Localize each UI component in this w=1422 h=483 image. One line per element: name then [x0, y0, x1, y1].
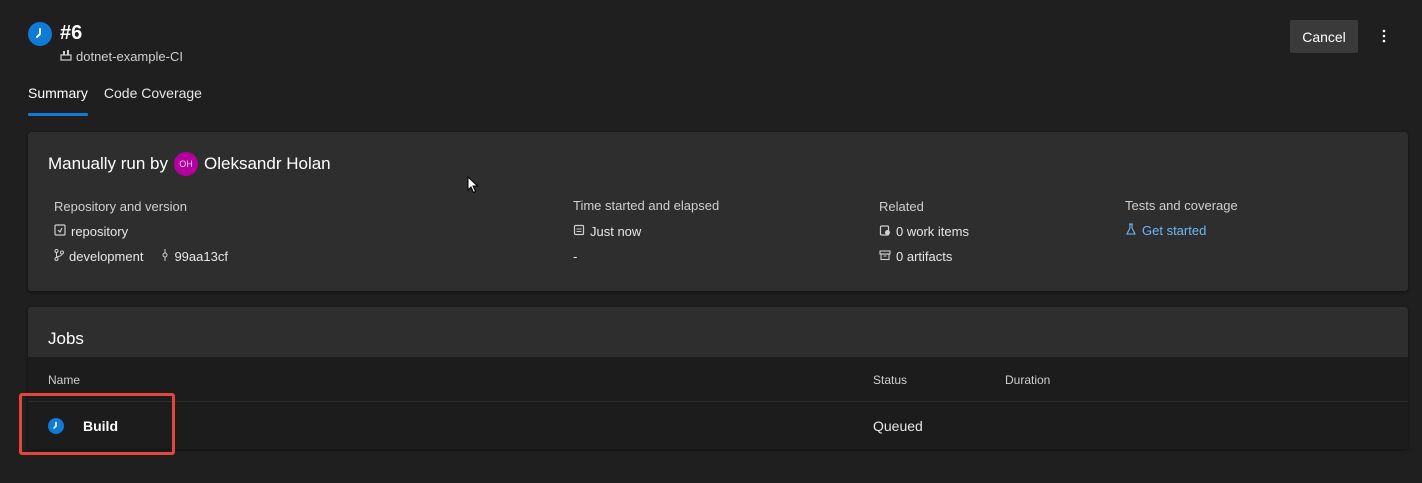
repository-label: Repository and version — [54, 199, 187, 214]
branch-name[interactable]: development — [69, 249, 143, 264]
summary-card: Manually run by OH Oleksandr Holan Repos… — [28, 132, 1408, 291]
time-started-row: Just now — [573, 222, 641, 240]
repository-name: repository — [71, 223, 129, 239]
commit-icon — [161, 248, 169, 264]
trigger-text: Manually run by — [48, 154, 169, 173]
tab-code-coverage[interactable]: Code Coverage — [104, 84, 202, 116]
beaker-icon — [1125, 222, 1137, 238]
job-name: Build — [83, 418, 118, 434]
work-items-link[interactable]: 0 work items — [879, 222, 969, 240]
column-header-status: Status — [873, 373, 908, 387]
branch-icon — [54, 248, 64, 264]
more-vertical-icon[interactable] — [1374, 26, 1394, 46]
branch-commit-row: development 99aa13cf — [54, 247, 228, 265]
jobs-title: Jobs — [48, 329, 84, 348]
column-header-duration: Duration — [1005, 373, 1051, 387]
time-label: Time started and elapsed — [573, 198, 720, 213]
time-started: Just now — [590, 223, 642, 239]
get-started-text: Get started — [1142, 222, 1207, 238]
tests-label: Tests and coverage — [1125, 198, 1238, 213]
mouse-cursor-icon — [467, 175, 479, 199]
column-header-name: Name — [48, 373, 81, 387]
clock-icon — [48, 418, 64, 434]
cancel-button[interactable]: Cancel — [1290, 20, 1358, 53]
repository-link[interactable]: repository — [54, 222, 128, 240]
artifact-icon — [879, 249, 891, 264]
commit-id[interactable]: 99aa13cf — [174, 249, 228, 264]
work-item-icon — [879, 224, 891, 239]
pipeline-link[interactable]: dotnet-example-CI — [60, 47, 183, 65]
job-row-build[interactable]: Build Queued — [28, 402, 1408, 449]
jobs-header: Jobs — [28, 307, 1408, 357]
repository-icon — [54, 223, 66, 239]
tab-summary[interactable]: Summary — [28, 84, 88, 116]
elapsed-time: - — [573, 248, 578, 264]
artifacts: 0 artifacts — [896, 248, 953, 264]
elapsed-row: - — [573, 247, 577, 265]
avatar[interactable]: OH — [174, 152, 199, 176]
run-number: #6 — [60, 22, 83, 44]
tab-bar: Summary Code Coverage — [28, 84, 202, 116]
pipeline-run-page: #6 dotnet-example-CI Cancel Summary Code… — [0, 0, 1422, 483]
user-name[interactable]: Oleksandr Holan — [204, 154, 331, 174]
job-status: Queued — [873, 418, 923, 434]
artifacts-link[interactable]: 0 artifacts — [879, 247, 952, 265]
get-started-link[interactable]: Get started — [1125, 221, 1206, 239]
related-label: Related — [879, 199, 924, 214]
calendar-icon — [573, 224, 585, 239]
pipeline-name: dotnet-example-CI — [76, 48, 183, 64]
work-items: 0 work items — [896, 223, 969, 239]
run-trigger: Manually run by OH Oleksandr Holan — [48, 152, 331, 176]
clock-icon — [28, 22, 52, 46]
jobs-card: Jobs Name Status Duration Build Queued — [28, 307, 1408, 449]
pipeline-icon — [60, 49, 72, 64]
